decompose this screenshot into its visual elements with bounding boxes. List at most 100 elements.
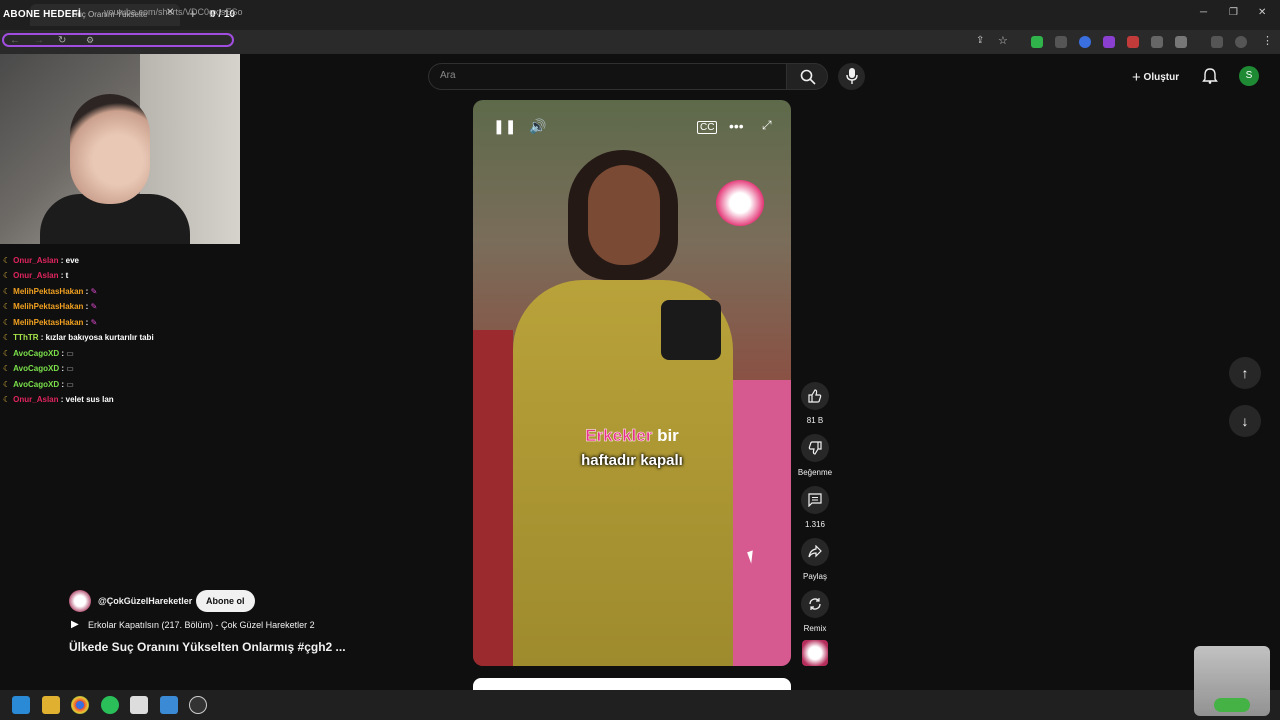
window-close-icon[interactable]: ✕: [1258, 7, 1266, 18]
channel-avatar[interactable]: [69, 590, 91, 612]
chat-text: : eve: [60, 256, 79, 265]
thumbs-up-icon: [808, 389, 822, 403]
emote-icon: ✎: [90, 302, 98, 311]
photos-icon[interactable]: [160, 696, 178, 714]
chat-user: TThTR: [13, 333, 39, 342]
chat-text: :: [85, 287, 89, 296]
create-button[interactable]: + Oluştur: [1128, 65, 1183, 87]
url-input[interactable]: youtube.com/shorts/VDC0gxtsESo: [104, 7, 243, 17]
comment-count: 1.316: [804, 520, 826, 529]
search-button[interactable]: [786, 63, 828, 90]
emote-icon: ▭: [66, 364, 74, 373]
caption-text: bir: [657, 426, 679, 445]
file-explorer-icon[interactable]: [42, 696, 60, 714]
dislike-button[interactable]: [801, 434, 829, 462]
emote-icon: ▭: [66, 380, 74, 389]
whatsapp-icon[interactable]: [101, 696, 119, 714]
channel-thumbnail[interactable]: [802, 640, 828, 666]
notifications-button[interactable]: [1202, 68, 1218, 89]
chat-user: AvoCagoXD: [13, 364, 60, 373]
emote-icon: ✎: [90, 318, 98, 327]
comment-icon: [808, 493, 822, 507]
extension-icon[interactable]: [1055, 36, 1067, 48]
voice-search-button[interactable]: [838, 63, 865, 90]
previous-short-button[interactable]: ↑: [1229, 357, 1261, 389]
microphone-icon: [846, 68, 858, 84]
chat-user: Onur_Aslan: [13, 256, 59, 265]
chrome-icon[interactable]: [71, 696, 89, 714]
chat-user: MelihPektasHakan: [13, 318, 84, 327]
emote-icon: ✎: [90, 287, 98, 296]
app-icon[interactable]: [130, 696, 148, 714]
create-label: Oluştur: [1143, 72, 1180, 83]
obs-icon[interactable]: [189, 696, 207, 714]
chat-message: ☾ MelihPektasHakan : ✎: [3, 318, 98, 327]
like-button[interactable]: [801, 382, 829, 410]
chat-message: ☾ MelihPektasHakan : ✎: [3, 287, 98, 296]
subscribe-button[interactable]: Abone ol: [196, 590, 255, 612]
chat-text: : t: [60, 271, 69, 280]
extension-icon[interactable]: [1151, 36, 1163, 48]
profile-icon[interactable]: [1235, 36, 1247, 48]
chat-message: ☾ AvoCagoXD : ▭: [3, 364, 74, 373]
recycle-bin-widget: [1194, 646, 1270, 716]
install-icon[interactable]: ⇪: [976, 35, 984, 46]
search-placeholder: Ara: [440, 70, 456, 81]
channel-name[interactable]: @ÇokGüzelHareketler: [98, 596, 192, 606]
chat-text: :: [61, 380, 65, 389]
extension-icon[interactable]: [1079, 36, 1091, 48]
arrow-up-icon: ↑: [1241, 365, 1249, 381]
chat-message: ☾ Onur_Aslan : velet sus lan: [3, 395, 114, 404]
search-icon: [800, 69, 816, 85]
arrow-down-icon: ↓: [1241, 413, 1249, 429]
extensions-puzzle-icon[interactable]: [1175, 36, 1187, 48]
extension-icon[interactable]: [1103, 36, 1115, 48]
emote-icon: ▭: [66, 349, 74, 358]
more-options-icon[interactable]: •••: [729, 118, 744, 134]
account-avatar[interactable]: S: [1239, 66, 1259, 86]
remix-button[interactable]: [801, 590, 829, 618]
chat-message: ☾ AvoCagoXD : ▭: [3, 380, 74, 389]
remix-label: Remix: [803, 624, 827, 633]
chat-user: AvoCagoXD: [13, 349, 60, 358]
webcam-feed: [0, 54, 240, 244]
like-count: 81 B: [806, 416, 824, 425]
share-button[interactable]: [801, 538, 829, 566]
pause-icon[interactable]: ❚❚: [493, 118, 516, 135]
media-icon[interactable]: [1211, 36, 1223, 48]
menu-icon[interactable]: ⋮: [1262, 34, 1273, 47]
video-player[interactable]: ❚❚ 🔊 CC ••• ⤢ Erkekler bir haftadır kapa…: [473, 100, 791, 666]
minimize-icon[interactable]: ─: [1200, 7, 1207, 18]
captions-icon[interactable]: CC: [697, 121, 718, 134]
share-label: Paylaş: [802, 572, 827, 581]
chat-user: AvoCagoXD: [13, 380, 60, 389]
chat-text: :: [61, 364, 65, 373]
chat-text: :: [61, 349, 65, 358]
next-short-preview[interactable]: [473, 678, 791, 690]
next-short-button[interactable]: ↓: [1229, 405, 1261, 437]
restore-icon[interactable]: ❐: [1229, 7, 1238, 18]
bookmark-star-icon[interactable]: ☆: [998, 34, 1008, 47]
plus-icon: +: [1132, 69, 1141, 86]
thumbs-down-icon: [808, 441, 822, 455]
chat-message: ☾ Onur_Aslan : eve: [3, 256, 79, 265]
windows-start-icon[interactable]: [12, 696, 30, 714]
chat-message: ☾ MelihPektasHakan : ✎: [3, 302, 98, 311]
remix-icon: [809, 598, 821, 610]
progress-highlight: [2, 33, 234, 47]
extension-icon[interactable]: [1031, 36, 1043, 48]
volume-icon[interactable]: 🔊: [529, 118, 546, 135]
chat-text: : kızlar bakıyosa kurtarılır tabi: [40, 333, 154, 342]
chat-message: ☾ Onur_Aslan : t: [3, 271, 69, 280]
share-icon: [808, 545, 822, 558]
video-caption-line2: haftadır kapalı: [581, 452, 683, 469]
chat-text: :: [85, 302, 89, 311]
playlist-link[interactable]: Erkolar Kapatılsın (217. Bölüm) - Çok Gü…: [88, 620, 315, 630]
fullscreen-icon[interactable]: ⤢: [762, 118, 772, 133]
extension-icon[interactable]: [1127, 36, 1139, 48]
search-input[interactable]: [428, 63, 786, 90]
comments-button[interactable]: [801, 486, 829, 514]
subscriber-goal-label: ABONE HEDEFİ: [3, 9, 81, 20]
video-title[interactable]: Ülkede Suç Oranını Yükselten Onlarmış #ç…: [69, 640, 346, 654]
play-icon[interactable]: ▶: [71, 619, 79, 630]
